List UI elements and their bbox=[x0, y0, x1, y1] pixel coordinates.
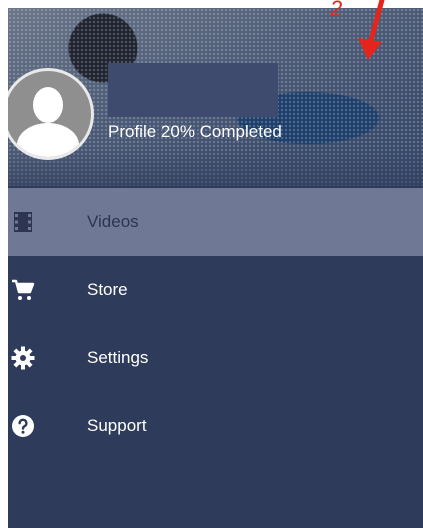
menu-item-label: Videos bbox=[87, 212, 139, 231]
profile-completion-text[interactable]: Profile 20% Completed bbox=[108, 122, 282, 142]
screenshot-frame: Profile 20% Completed Videos Store Setti… bbox=[0, 0, 423, 528]
drawer-menu: Videos Store Settings Support bbox=[8, 188, 423, 460]
help-icon bbox=[10, 413, 36, 439]
cart-icon bbox=[10, 277, 36, 303]
gear-icon bbox=[10, 345, 36, 371]
menu-item-support[interactable]: Support bbox=[8, 392, 423, 460]
film-icon bbox=[10, 209, 36, 235]
user-name-placeholder bbox=[108, 63, 278, 117]
red-arrow-annotation: 2 bbox=[330, 0, 385, 60]
avatar-head-shape bbox=[33, 87, 63, 123]
avatar[interactable] bbox=[8, 68, 94, 160]
annotation-number: 2 bbox=[330, 0, 342, 21]
menu-item-videos[interactable]: Videos bbox=[8, 188, 423, 256]
menu-item-label: Settings bbox=[87, 348, 149, 367]
navigation-drawer: Profile 20% Completed Videos Store Setti… bbox=[8, 8, 423, 528]
menu-item-store[interactable]: Store bbox=[8, 256, 423, 324]
menu-item-label: Support bbox=[87, 416, 147, 435]
menu-item-label: Store bbox=[87, 280, 128, 299]
avatar-shoulders-shape bbox=[17, 123, 79, 157]
menu-item-settings[interactable]: Settings bbox=[8, 324, 423, 392]
